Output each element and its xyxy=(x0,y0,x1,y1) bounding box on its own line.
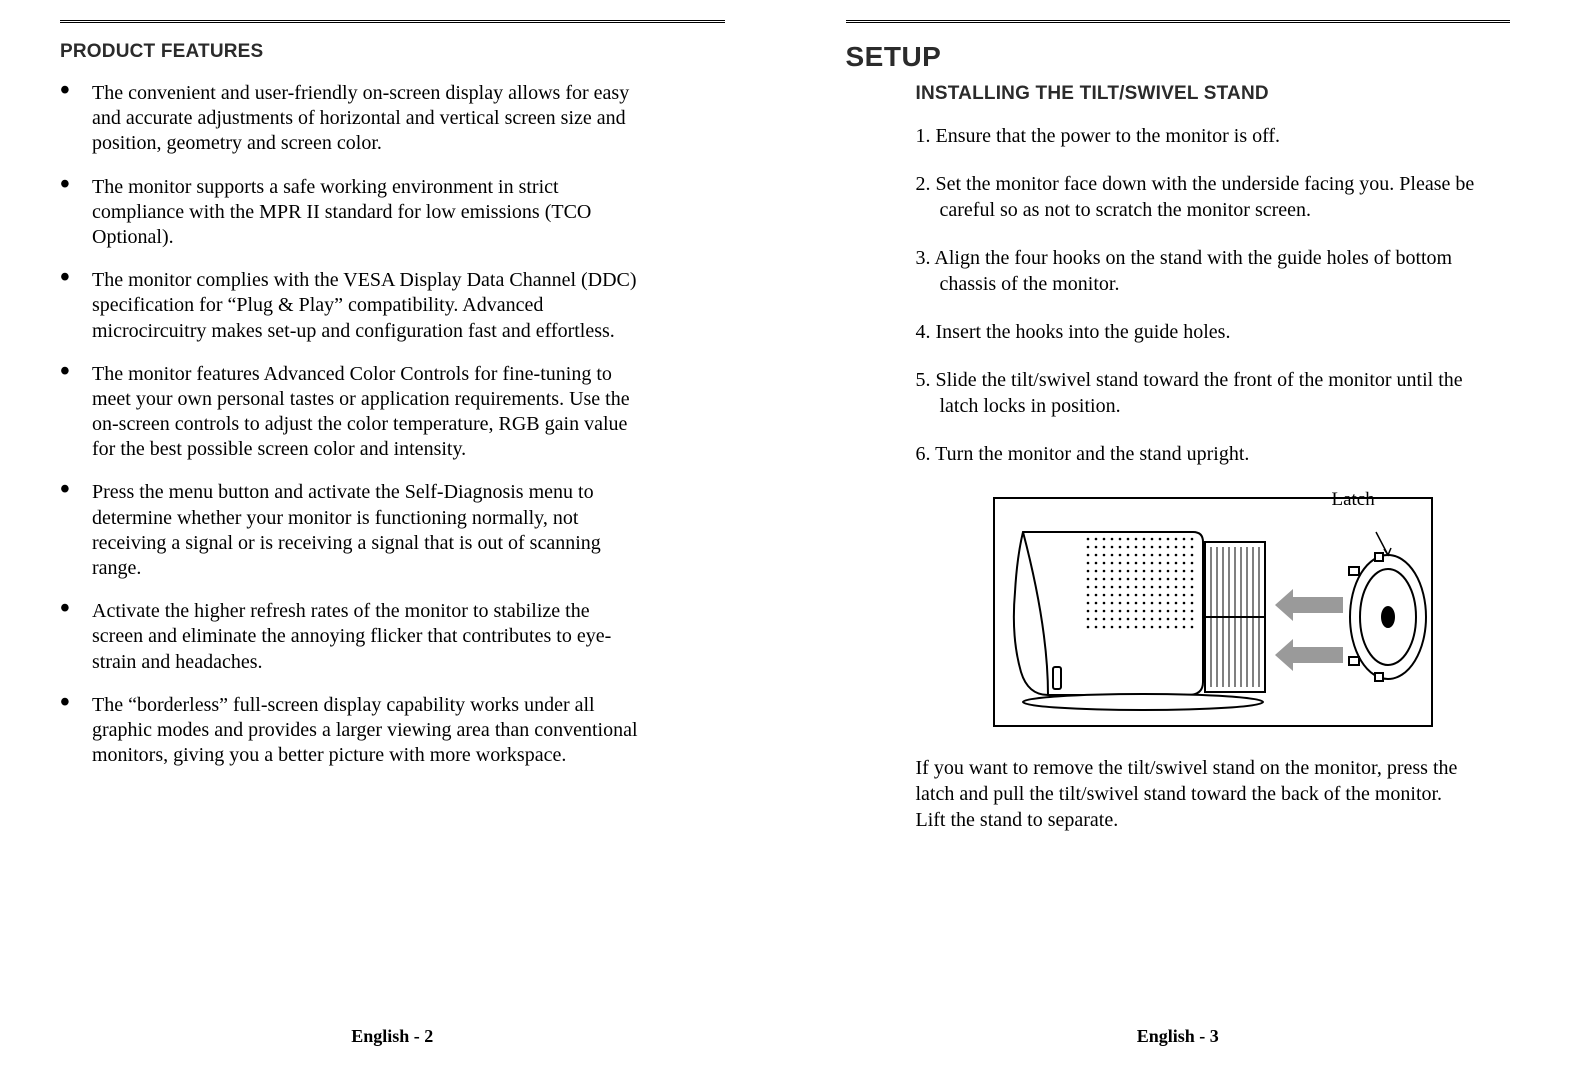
step-item: 6. Turn the monitor and the stand uprigh… xyxy=(916,441,1500,467)
page-title-setup: SETUP xyxy=(846,41,1511,73)
monitor-stand-icon xyxy=(993,497,1433,727)
feature-item: The monitor complies with the VESA Displ… xyxy=(60,268,642,344)
feature-list: The convenient and user-friendly on-scre… xyxy=(60,81,725,768)
page-right: SETUP INSTALLING THE TILT/SWIVEL STAND 1… xyxy=(786,0,1570,1069)
feature-item: Press the menu button and activate the S… xyxy=(60,480,642,581)
removal-note: If you want to remove the tilt/swivel st… xyxy=(916,755,1476,833)
section-heading-product-features: PRODUCT FEATURES xyxy=(60,41,725,63)
step-item: 4. Insert the hooks into the guide holes… xyxy=(916,319,1500,345)
page-number-right: English - 3 xyxy=(786,1026,1570,1047)
page-left: PRODUCT FEATURES The convenient and user… xyxy=(0,0,786,1069)
feature-item: The convenient and user-friendly on-scre… xyxy=(60,81,642,157)
top-rule xyxy=(60,20,725,23)
feature-item: The monitor features Advanced Color Cont… xyxy=(60,362,642,463)
step-list: 1. Ensure that the power to the monitor … xyxy=(916,123,1511,467)
step-item: 2. Set the monitor face down with the un… xyxy=(916,171,1500,223)
page-number-left: English - 2 xyxy=(0,1026,785,1047)
feature-item: Activate the higher refresh rates of the… xyxy=(60,599,642,675)
top-rule xyxy=(846,20,1511,23)
step-item: 3. Align the four hooks on the stand wit… xyxy=(916,245,1500,297)
feature-item: The monitor supports a safe working envi… xyxy=(60,175,642,251)
feature-item: The “borderless” full-screen display cap… xyxy=(60,693,642,769)
illustration-monitor-stand: Latch xyxy=(993,497,1433,727)
step-item: 1. Ensure that the power to the monitor … xyxy=(916,123,1500,149)
section-heading-installing-stand: INSTALLING THE TILT/SWIVEL STAND xyxy=(916,83,1511,105)
step-item: 5. Slide the tilt/swivel stand toward th… xyxy=(916,367,1500,419)
figure-label-latch: Latch xyxy=(1331,489,1374,511)
